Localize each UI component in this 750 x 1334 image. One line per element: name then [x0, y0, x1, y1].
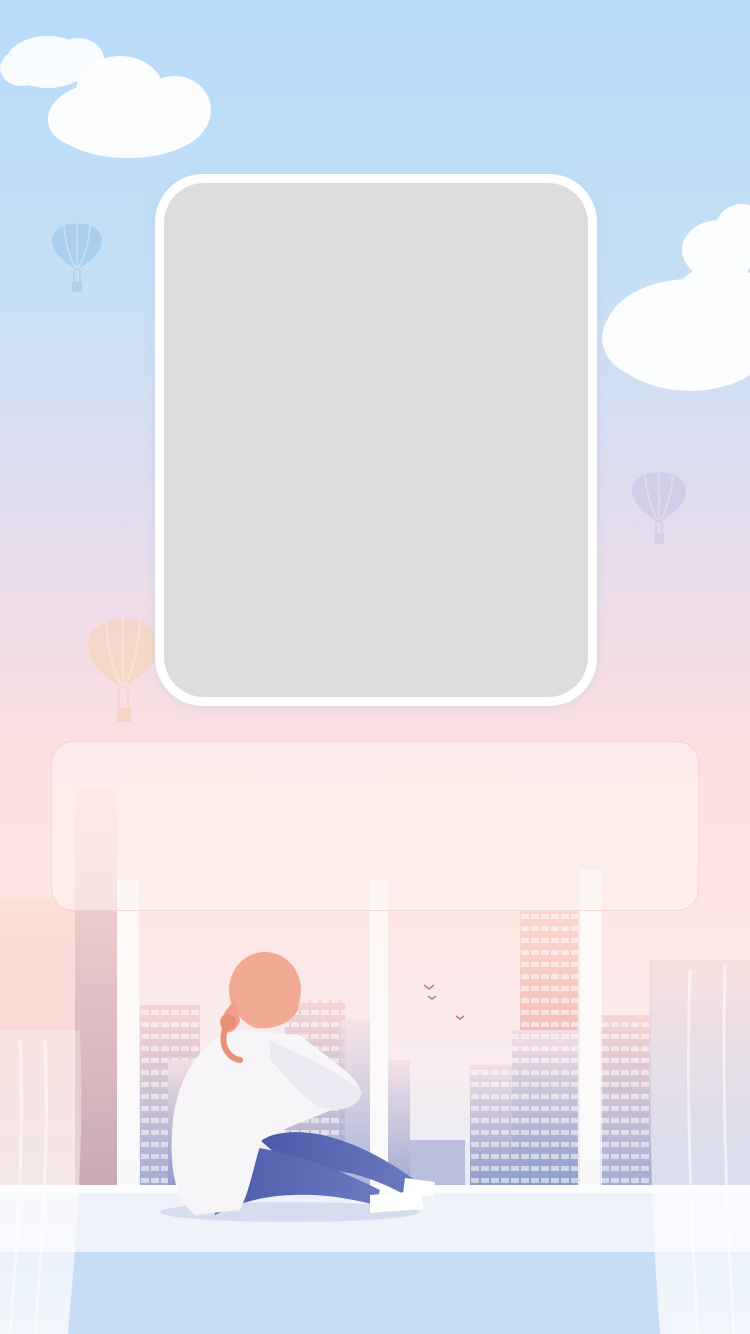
photo-frame[interactable]	[155, 174, 597, 706]
balloon-purple-icon	[632, 470, 686, 544]
birds-icon	[423, 984, 465, 1020]
text-panel[interactable]	[51, 741, 699, 911]
cloud-right	[602, 204, 750, 391]
balloon-blue-icon	[52, 222, 102, 292]
floor	[0, 1252, 750, 1334]
photo-placeholder[interactable]	[164, 183, 588, 697]
balloon-peach-icon	[88, 616, 158, 722]
curtain-right	[650, 960, 750, 1334]
curtain-left	[0, 1030, 82, 1334]
